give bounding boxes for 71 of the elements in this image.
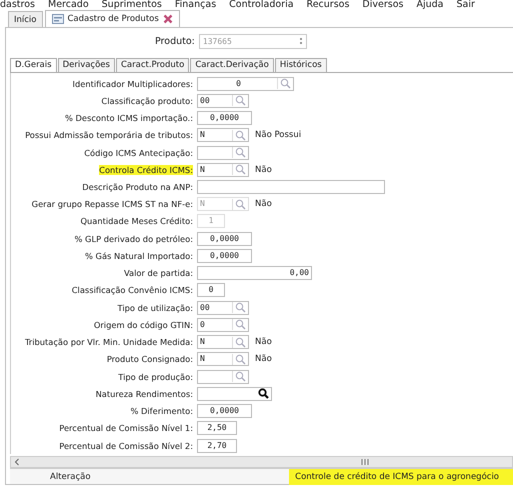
- field-label: Código ICMS Antecipação:: [84, 148, 193, 158]
- field-label: % Gás Natural Importado:: [85, 250, 193, 261]
- menu-item[interactable]: Suprimentos: [102, 0, 162, 9]
- field-description: Não: [255, 199, 272, 210]
- field-description: Não Possui: [255, 130, 302, 140]
- field-label: Classificação Convênio ICMS:: [72, 285, 193, 296]
- field-label: Gerar grupo Repasse ICMS ST na NF-e:: [32, 199, 193, 210]
- horizontal-scrollbar[interactable]: [10, 456, 513, 468]
- field-label: Controla Crédito ICMS:: [99, 164, 193, 175]
- input-field[interactable]: 0,0000: [197, 248, 252, 263]
- field-label: Descrição Produto na ANP:: [82, 182, 193, 192]
- tab[interactable]: D.Gerais: [10, 58, 57, 72]
- status-text: Alteração: [50, 472, 91, 482]
- window-tab[interactable]: Cadastro de Produtos: [44, 10, 180, 27]
- tab[interactable]: Caract.Derivação: [190, 58, 274, 72]
- tab[interactable]: Caract.Produto: [116, 58, 190, 72]
- field-description: Não: [255, 354, 272, 364]
- input-field[interactable]: 0,0000: [197, 232, 252, 246]
- input-field[interactable]: 00: [197, 300, 249, 315]
- field-label: Produto Consignado:: [106, 354, 193, 364]
- input-field[interactable]: 0: [197, 283, 225, 298]
- field-label: Classificação produto:: [101, 96, 193, 106]
- input-field[interactable]: 0: [197, 318, 249, 332]
- grip-icon: [361, 459, 369, 465]
- menu-item[interactable]: Recursos: [306, 0, 350, 9]
- input-field[interactable]: N: [197, 335, 249, 350]
- menu-item[interactable]: Ajuda: [416, 0, 444, 9]
- input-field[interactable]: 00: [197, 94, 249, 108]
- input-field[interactable]: [197, 370, 249, 384]
- input-field[interactable]: N: [197, 162, 249, 177]
- field-label: Identificador Multiplicadores:: [72, 78, 193, 89]
- field-label: Tipo de produção:: [118, 372, 193, 382]
- menu-item[interactable]: Finanças: [174, 0, 216, 9]
- input-field[interactable]: N: [197, 128, 249, 142]
- field-label: Percentual de Comissão Nível 1:: [59, 423, 193, 434]
- field-label: Tipo de utilização:: [118, 302, 193, 313]
- form-icon: [52, 14, 64, 24]
- input-field[interactable]: 2,50: [197, 421, 237, 436]
- input-field[interactable]: [197, 146, 249, 160]
- input-field[interactable]: [197, 180, 385, 194]
- search-icon[interactable]: [256, 388, 269, 400]
- input-field[interactable]: N: [197, 352, 249, 366]
- input-field[interactable]: 2,70: [197, 438, 237, 453]
- menu-item[interactable]: Diversos: [362, 0, 404, 9]
- input-field[interactable]: 0,0000: [197, 111, 252, 126]
- field-description: Não: [255, 164, 272, 175]
- field-label: Origem do código GTIN:: [94, 320, 193, 330]
- field-label: Quantidade Meses Crédito:: [80, 216, 193, 226]
- field-label: Tributação por Vlr. Min. Unidade Medida:: [24, 337, 193, 348]
- menu-item[interactable]: Controladoria: [229, 0, 294, 9]
- field-description: Não: [255, 337, 272, 348]
- window-tab[interactable]: Início: [8, 11, 42, 27]
- input-field[interactable]: 0,0000: [197, 404, 252, 418]
- menu-item[interactable]: Mercado: [48, 0, 89, 9]
- input-field[interactable]: 0,00: [197, 266, 312, 280]
- tab[interactable]: Históricos: [274, 58, 327, 72]
- field-label: Natureza Rendimentos:: [96, 388, 193, 399]
- field-label: Percentual de Comissão Nível 2:: [59, 440, 193, 451]
- status-text: Controle de crédito de ICMS para o agronegócio: [289, 468, 513, 484]
- field-label: Produto:: [155, 36, 195, 46]
- input-field[interactable]: 0: [197, 76, 294, 91]
- menu-item[interactable]: dastros: [0, 0, 35, 9]
- field-label: % Diferimento:: [130, 406, 193, 416]
- close-icon[interactable]: [162, 14, 173, 24]
- field-label: Possui Admissão temporária de tributos:: [25, 130, 193, 140]
- tab[interactable]: Derivações: [58, 58, 115, 72]
- menu-item[interactable]: Sair: [456, 0, 475, 9]
- field-label: % GLP derivado do petróleo:: [74, 234, 193, 244]
- field-label: Valor de partida:: [124, 268, 193, 278]
- field-label: % Desconto ICMS importação.:: [65, 113, 193, 124]
- input-field[interactable]: [197, 386, 272, 401]
